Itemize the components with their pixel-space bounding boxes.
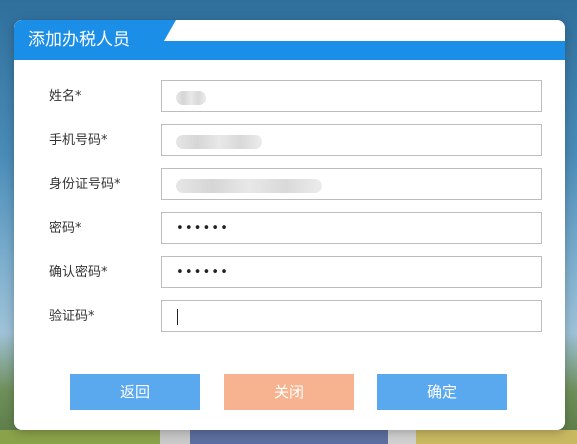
background-block [190,430,388,444]
confirm-button[interactable]: 确定 [377,374,507,410]
phone-label: 手机号码* [49,133,108,148]
redacted-value [176,179,322,193]
form-row-name: 姓名* [14,80,565,114]
text-cursor [177,309,178,325]
dialog-title: 添加办税人员 [28,30,130,50]
dialog-header: 添加办税人员 [14,20,565,60]
confirm-password-input[interactable]: •••••• [161,256,542,288]
password-input[interactable]: •••••• [161,212,542,244]
form-row-confirm-password: 确认密码* •••••• [14,256,565,290]
captcha-input[interactable] [161,300,542,332]
captcha-label: 验证码* [49,309,95,324]
form-row-phone: 手机号码* [14,124,565,158]
background-field [0,430,160,444]
phone-input[interactable] [161,124,542,156]
confirm-password-label: 确认密码* [49,265,108,280]
id-number-input[interactable] [161,168,542,200]
name-label: 姓名* [49,89,82,104]
redacted-value [176,91,206,105]
title-tab: 添加办税人员 [14,20,176,60]
back-button[interactable]: 返回 [70,374,200,410]
form-row-password: 密码* •••••• [14,212,565,246]
close-button[interactable]: 关闭 [224,374,354,410]
name-input[interactable] [161,80,542,112]
id-number-label: 身份证号码* [49,177,121,192]
form-row-id-number: 身份证号码* [14,168,565,202]
background-block [160,430,190,444]
add-tax-staff-dialog: 添加办税人员 姓名* 手机号码* 身份证号码* 密码* •••••• 确认密码*… [14,20,565,430]
form-row-captcha: 验证码* [14,300,565,334]
background-block [416,430,577,444]
redacted-value [176,135,262,149]
password-label: 密码* [49,221,82,236]
background-block [388,430,416,444]
